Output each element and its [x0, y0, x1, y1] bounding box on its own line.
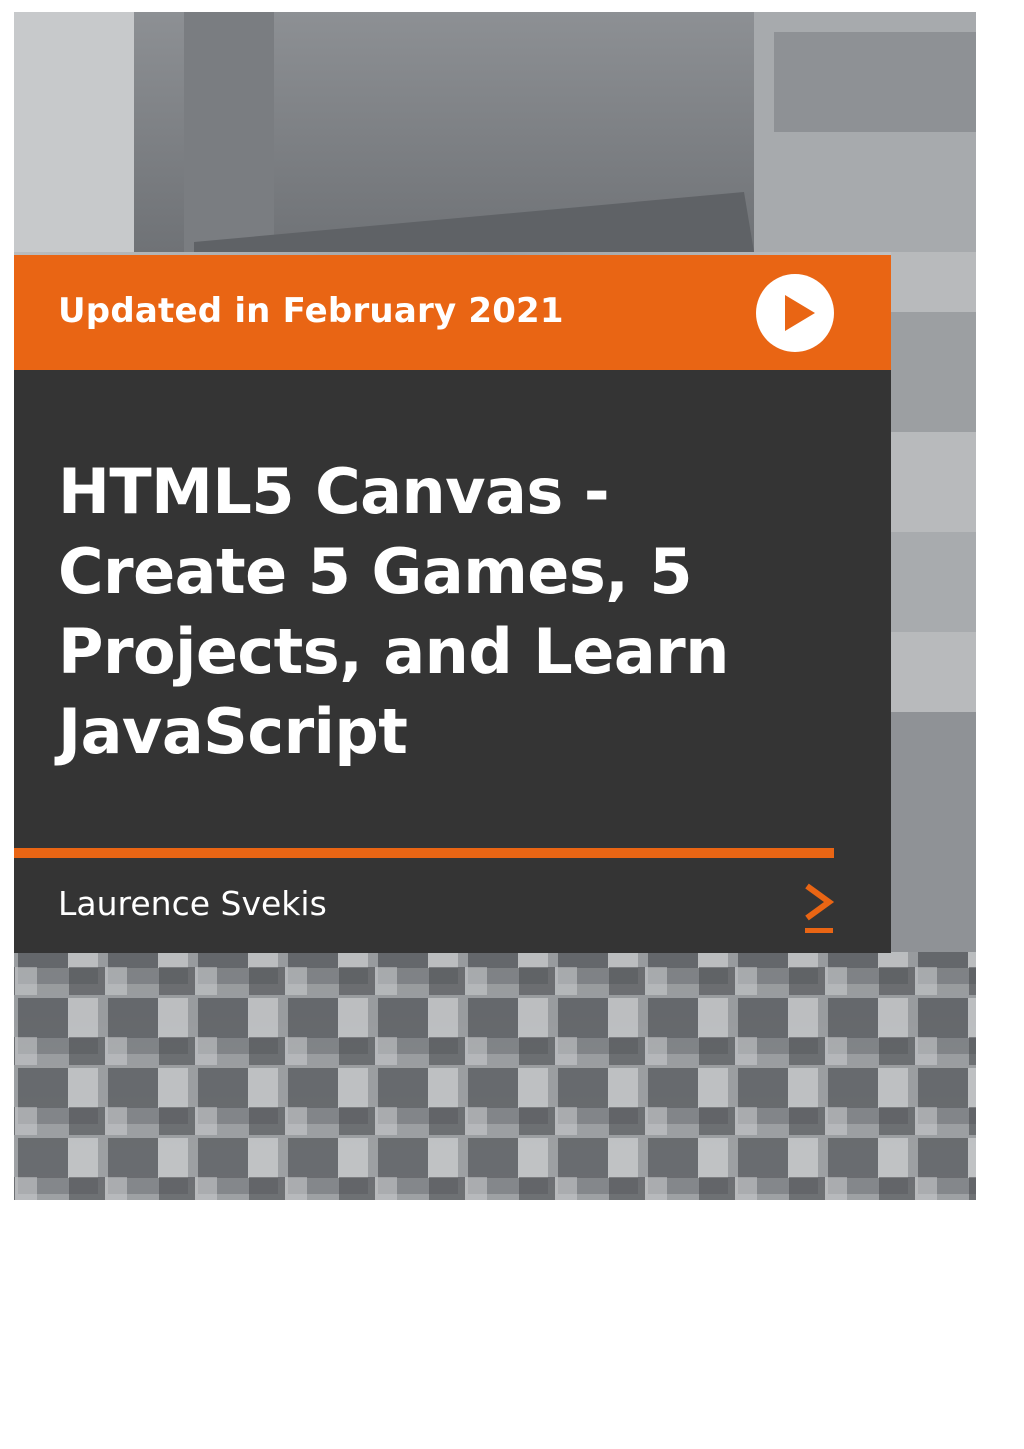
chevron-right-icon — [805, 883, 835, 933]
update-banner-text: Updated in February 2021 — [58, 291, 564, 331]
update-banner: Updated in February 2021 — [14, 255, 891, 370]
orange-divider — [14, 848, 834, 858]
book-title-line: Projects, and Learn — [58, 615, 729, 688]
book-title-line: HTML5 Canvas - — [58, 455, 610, 528]
title-panel: HTML5 Canvas - Create 5 Games, 5 Project… — [14, 370, 891, 953]
book-title-line: JavaScript — [58, 695, 408, 768]
book-title-line: Create 5 Games, 5 — [58, 535, 693, 608]
book-title: HTML5 Canvas - Create 5 Games, 5 Project… — [58, 452, 858, 772]
book-cover: Updated in February 2021 HTML5 Canvas - … — [14, 12, 976, 1200]
author-name: Laurence Svekis — [58, 884, 327, 923]
page: Updated in February 2021 HTML5 Canvas - … — [0, 0, 1024, 1449]
play-icon — [756, 274, 834, 352]
